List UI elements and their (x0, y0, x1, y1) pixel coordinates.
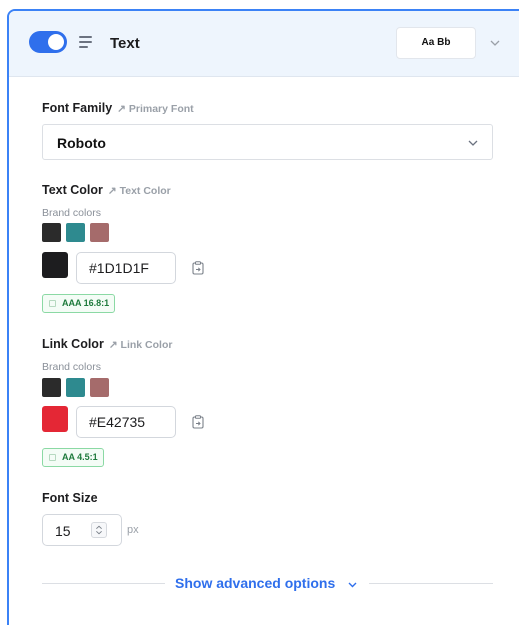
chevron-down-icon[interactable] (348, 580, 357, 589)
text-color-link[interactable]: ↗ Text Color (108, 185, 171, 197)
font-size-label: Font Size (42, 491, 98, 505)
font-size-value: 15 (55, 523, 71, 539)
brand-swatch-rose[interactable] (90, 223, 109, 242)
enable-toggle[interactable] (29, 31, 67, 53)
panel-header[interactable]: Text Aa Bb (9, 11, 519, 77)
text-color-label: Text Color ↗ Text Color (42, 183, 171, 197)
panel-title: Text (110, 35, 140, 52)
drag-handle-icon[interactable] (79, 36, 92, 48)
clipboard-icon[interactable] (192, 415, 204, 429)
brand-swatch-rose[interactable] (90, 378, 109, 397)
brand-swatch-dark[interactable] (42, 378, 61, 397)
clipboard-icon[interactable] (192, 261, 204, 275)
chevron-down-icon (468, 140, 478, 146)
show-advanced-options-button[interactable]: Show advanced options (175, 575, 335, 591)
font-size-input[interactable]: 15 (42, 514, 122, 546)
divider-left (42, 583, 165, 584)
brand-swatch-teal[interactable] (66, 223, 85, 242)
divider-right (369, 583, 493, 584)
link-color-label: Link Color ↗ Link Color (42, 337, 173, 351)
stepper-arrows-icon[interactable] (91, 522, 107, 538)
text-color-swatch[interactable] (42, 252, 68, 278)
brand-colors-label: Brand colors (42, 361, 101, 373)
link-color-swatch[interactable] (42, 406, 68, 432)
font-family-select[interactable]: Roboto (42, 124, 493, 160)
checkbox-icon (49, 300, 56, 307)
primary-font-link[interactable]: ↗ Primary Font (117, 103, 193, 115)
font-family-value: Roboto (57, 135, 106, 151)
link-color-hex-input[interactable]: #E42735 (76, 406, 176, 438)
font-size-unit: px (127, 524, 139, 536)
brand-swatch-teal[interactable] (66, 378, 85, 397)
toggle-knob (48, 34, 64, 50)
font-family-label: Font Family ↗ Primary Font (42, 101, 194, 115)
text-contrast-badge: AAA 16.8:1 (42, 294, 116, 313)
link-contrast-badge: AA 4.5:1 (42, 448, 104, 467)
typography-preview: Aa Bb (396, 27, 476, 59)
brand-swatch-dark[interactable] (42, 223, 61, 242)
link-color-link[interactable]: ↗ Link Color (109, 339, 173, 351)
brand-colors-label: Brand colors (42, 207, 101, 219)
checkbox-icon (49, 454, 56, 461)
collapse-chevron-icon[interactable] (490, 38, 500, 48)
text-settings-panel: Text Aa Bb Font Family ↗ Primary Font Rob… (7, 9, 519, 625)
text-color-hex-input[interactable]: #1D1D1F (76, 252, 176, 284)
